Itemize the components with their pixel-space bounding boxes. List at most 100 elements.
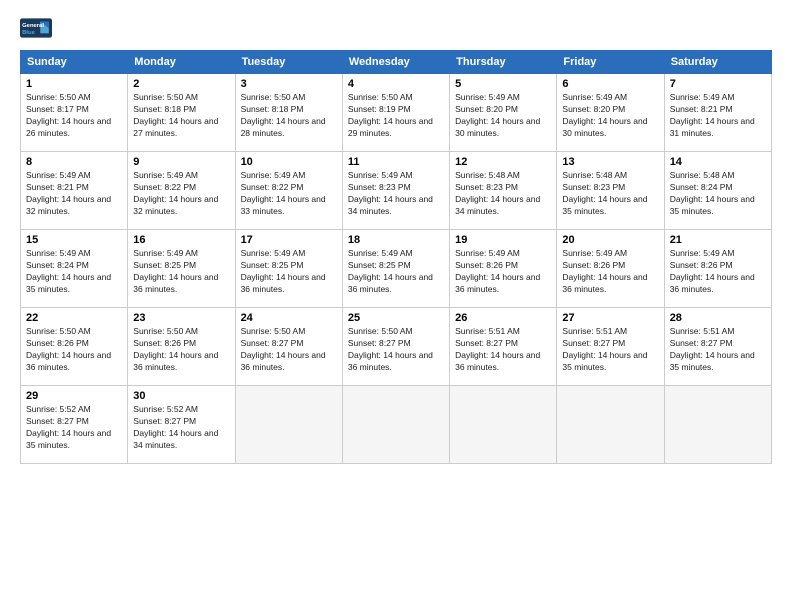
day-info: Sunrise: 5:49 AM Sunset: 8:22 PM Dayligh… (241, 170, 337, 218)
day-info: Sunrise: 5:51 AM Sunset: 8:27 PM Dayligh… (670, 326, 766, 374)
sunset-label: Sunset: 8:27 PM (670, 338, 733, 348)
weekday-header-row: SundayMondayTuesdayWednesdayThursdayFrid… (21, 51, 772, 74)
day-info: Sunrise: 5:49 AM Sunset: 8:22 PM Dayligh… (133, 170, 229, 218)
day-number: 13 (562, 156, 658, 168)
header: General Blue (20, 18, 772, 40)
sunset-label: Sunset: 8:23 PM (348, 182, 411, 192)
day-info: Sunrise: 5:48 AM Sunset: 8:23 PM Dayligh… (562, 170, 658, 218)
sunrise-label: Sunrise: 5:51 AM (562, 326, 627, 336)
calendar-cell: 9 Sunrise: 5:49 AM Sunset: 8:22 PM Dayli… (128, 152, 235, 230)
sunset-label: Sunset: 8:22 PM (241, 182, 304, 192)
day-info: Sunrise: 5:49 AM Sunset: 8:20 PM Dayligh… (455, 92, 551, 140)
day-info: Sunrise: 5:50 AM Sunset: 8:19 PM Dayligh… (348, 92, 444, 140)
weekday-header-sunday: Sunday (21, 51, 128, 74)
daylight-label: Daylight: 14 hours and 35 minutes. (670, 350, 755, 372)
weekday-header-saturday: Saturday (664, 51, 771, 74)
calendar-cell: 15 Sunrise: 5:49 AM Sunset: 8:24 PM Dayl… (21, 230, 128, 308)
sunset-label: Sunset: 8:21 PM (26, 182, 89, 192)
sunset-label: Sunset: 8:26 PM (455, 260, 518, 270)
day-number: 6 (562, 78, 658, 90)
daylight-label: Daylight: 14 hours and 30 minutes. (455, 116, 540, 138)
sunrise-label: Sunrise: 5:49 AM (241, 248, 306, 258)
day-number: 30 (133, 390, 229, 402)
sunrise-label: Sunrise: 5:48 AM (670, 170, 735, 180)
logo-icon: General Blue (20, 18, 52, 38)
sunset-label: Sunset: 8:27 PM (348, 338, 411, 348)
daylight-label: Daylight: 14 hours and 36 minutes. (348, 350, 433, 372)
sunrise-label: Sunrise: 5:49 AM (348, 248, 413, 258)
day-number: 15 (26, 234, 122, 246)
sunset-label: Sunset: 8:22 PM (133, 182, 196, 192)
daylight-label: Daylight: 14 hours and 32 minutes. (133, 194, 218, 216)
day-number: 8 (26, 156, 122, 168)
calendar-cell: 28 Sunrise: 5:51 AM Sunset: 8:27 PM Dayl… (664, 308, 771, 386)
day-info: Sunrise: 5:50 AM Sunset: 8:27 PM Dayligh… (348, 326, 444, 374)
daylight-label: Daylight: 14 hours and 35 minutes. (26, 428, 111, 450)
day-number: 22 (26, 312, 122, 324)
daylight-label: Daylight: 14 hours and 31 minutes. (670, 116, 755, 138)
sunrise-label: Sunrise: 5:51 AM (455, 326, 520, 336)
sunset-label: Sunset: 8:27 PM (241, 338, 304, 348)
daylight-label: Daylight: 14 hours and 34 minutes. (455, 194, 540, 216)
sunset-label: Sunset: 8:27 PM (562, 338, 625, 348)
calendar-cell: 4 Sunrise: 5:50 AM Sunset: 8:19 PM Dayli… (342, 74, 449, 152)
weekday-header-thursday: Thursday (450, 51, 557, 74)
daylight-label: Daylight: 14 hours and 36 minutes. (455, 350, 540, 372)
week-row-4: 22 Sunrise: 5:50 AM Sunset: 8:26 PM Dayl… (21, 308, 772, 386)
calendar-cell: 12 Sunrise: 5:48 AM Sunset: 8:23 PM Dayl… (450, 152, 557, 230)
sunset-label: Sunset: 8:20 PM (455, 104, 518, 114)
day-number: 14 (670, 156, 766, 168)
sunrise-label: Sunrise: 5:48 AM (562, 170, 627, 180)
calendar-cell: 14 Sunrise: 5:48 AM Sunset: 8:24 PM Dayl… (664, 152, 771, 230)
day-info: Sunrise: 5:49 AM Sunset: 8:21 PM Dayligh… (26, 170, 122, 218)
day-info: Sunrise: 5:49 AM Sunset: 8:25 PM Dayligh… (133, 248, 229, 296)
sunrise-label: Sunrise: 5:50 AM (26, 326, 91, 336)
sunset-label: Sunset: 8:26 PM (133, 338, 196, 348)
weekday-header-monday: Monday (128, 51, 235, 74)
day-info: Sunrise: 5:50 AM Sunset: 8:27 PM Dayligh… (241, 326, 337, 374)
svg-text:General: General (22, 23, 44, 29)
logo: General Blue (20, 18, 52, 40)
daylight-label: Daylight: 14 hours and 36 minutes. (133, 350, 218, 372)
calendar-cell: 6 Sunrise: 5:49 AM Sunset: 8:20 PM Dayli… (557, 74, 664, 152)
calendar-cell: 19 Sunrise: 5:49 AM Sunset: 8:26 PM Dayl… (450, 230, 557, 308)
sunrise-label: Sunrise: 5:50 AM (241, 326, 306, 336)
daylight-label: Daylight: 14 hours and 36 minutes. (241, 272, 326, 294)
sunset-label: Sunset: 8:25 PM (241, 260, 304, 270)
week-row-1: 1 Sunrise: 5:50 AM Sunset: 8:17 PM Dayli… (21, 74, 772, 152)
sunrise-label: Sunrise: 5:49 AM (26, 170, 91, 180)
day-number: 3 (241, 78, 337, 90)
week-row-2: 8 Sunrise: 5:49 AM Sunset: 8:21 PM Dayli… (21, 152, 772, 230)
calendar-cell: 5 Sunrise: 5:49 AM Sunset: 8:20 PM Dayli… (450, 74, 557, 152)
daylight-label: Daylight: 14 hours and 34 minutes. (133, 428, 218, 450)
sunset-label: Sunset: 8:24 PM (26, 260, 89, 270)
calendar-cell: 24 Sunrise: 5:50 AM Sunset: 8:27 PM Dayl… (235, 308, 342, 386)
day-info: Sunrise: 5:50 AM Sunset: 8:26 PM Dayligh… (133, 326, 229, 374)
day-info: Sunrise: 5:49 AM Sunset: 8:26 PM Dayligh… (670, 248, 766, 296)
daylight-label: Daylight: 14 hours and 33 minutes. (241, 194, 326, 216)
calendar-cell: 23 Sunrise: 5:50 AM Sunset: 8:26 PM Dayl… (128, 308, 235, 386)
day-number: 25 (348, 312, 444, 324)
daylight-label: Daylight: 14 hours and 27 minutes. (133, 116, 218, 138)
day-number: 29 (26, 390, 122, 402)
sunrise-label: Sunrise: 5:49 AM (562, 92, 627, 102)
day-number: 27 (562, 312, 658, 324)
sunset-label: Sunset: 8:18 PM (241, 104, 304, 114)
sunrise-label: Sunrise: 5:51 AM (670, 326, 735, 336)
day-number: 17 (241, 234, 337, 246)
daylight-label: Daylight: 14 hours and 34 minutes. (348, 194, 433, 216)
daylight-label: Daylight: 14 hours and 26 minutes. (26, 116, 111, 138)
day-number: 20 (562, 234, 658, 246)
calendar-cell (235, 386, 342, 464)
sunrise-label: Sunrise: 5:49 AM (133, 248, 198, 258)
sunset-label: Sunset: 8:18 PM (133, 104, 196, 114)
calendar-cell: 1 Sunrise: 5:50 AM Sunset: 8:17 PM Dayli… (21, 74, 128, 152)
day-info: Sunrise: 5:50 AM Sunset: 8:26 PM Dayligh… (26, 326, 122, 374)
daylight-label: Daylight: 14 hours and 36 minutes. (562, 272, 647, 294)
sunset-label: Sunset: 8:25 PM (348, 260, 411, 270)
day-number: 2 (133, 78, 229, 90)
sunset-label: Sunset: 8:26 PM (26, 338, 89, 348)
day-number: 12 (455, 156, 551, 168)
calendar-cell: 10 Sunrise: 5:49 AM Sunset: 8:22 PM Dayl… (235, 152, 342, 230)
day-info: Sunrise: 5:48 AM Sunset: 8:24 PM Dayligh… (670, 170, 766, 218)
